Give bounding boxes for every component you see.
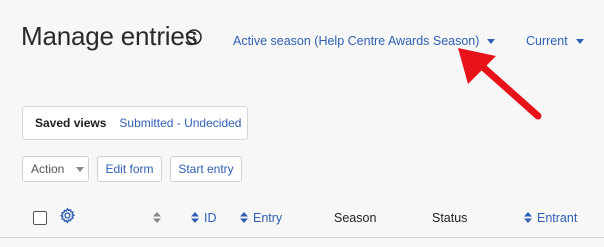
chevron-down-icon — [487, 38, 496, 44]
column-header-status: Status — [432, 211, 468, 225]
annotation-arrow-icon — [458, 48, 542, 120]
chevron-down-icon — [575, 38, 584, 44]
page-title: Manage entries — [21, 21, 198, 51]
action-button[interactable]: Action — [22, 156, 89, 182]
gear-icon[interactable] — [59, 207, 76, 224]
saved-views-label: Saved views — [35, 116, 107, 130]
sort-icon[interactable] — [240, 212, 248, 223]
sort-icon[interactable] — [191, 212, 199, 223]
action-button-label: Action — [31, 162, 65, 176]
saved-view-link[interactable]: Submitted - Undecided — [119, 116, 241, 130]
column-header-id[interactable]: ID — [204, 211, 217, 225]
start-entry-button[interactable]: Start entry — [170, 156, 242, 182]
season-dropdown-label: Active season (Help Centre Awards Season… — [233, 34, 480, 48]
column-header-entry[interactable]: Entry — [253, 211, 282, 225]
column-header-entrant[interactable]: Entrant — [537, 211, 577, 225]
table-header: ID Entry Season Status Entrant — [0, 200, 604, 238]
saved-views-selector[interactable]: Saved views Submitted - Undecided — [22, 106, 248, 140]
sort-icon[interactable] — [153, 212, 161, 223]
select-all-checkbox[interactable] — [33, 211, 47, 225]
info-icon[interactable] — [186, 29, 202, 45]
edit-form-button[interactable]: Edit form — [97, 156, 162, 182]
chevron-down-icon — [76, 166, 85, 172]
column-header-season: Season — [334, 211, 377, 225]
sort-icon[interactable] — [524, 212, 532, 223]
